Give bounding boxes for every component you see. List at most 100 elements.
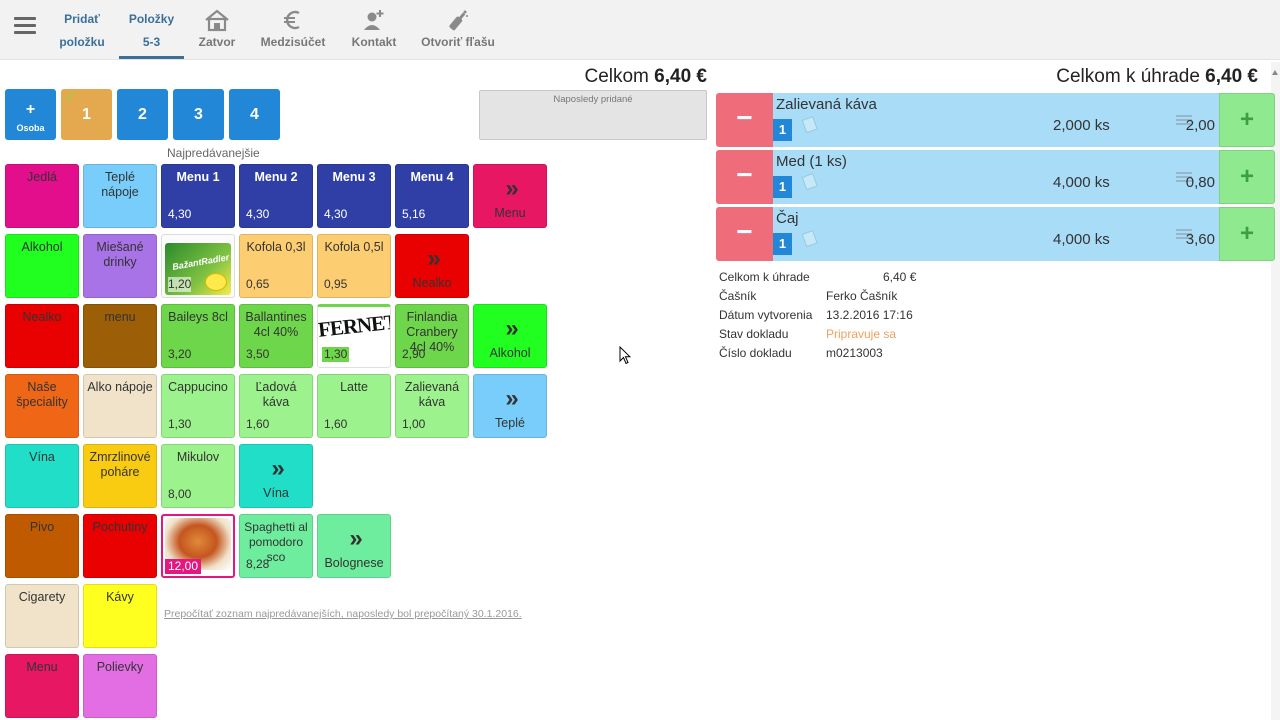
seat-4-button[interactable]: 4 — [229, 89, 280, 140]
category-miesane-drinky[interactable]: Miešané drinky — [83, 234, 157, 298]
radler-tile[interactable]: BažantRadler 1,20 — [161, 234, 235, 298]
category-teple-napoje[interactable]: Teplé nápoje — [83, 164, 157, 228]
scrollbar-up-arrow[interactable] — [1272, 70, 1278, 75]
kofola-03-tile[interactable]: Kofola 0,3l 0,65 — [239, 234, 313, 298]
menu-2-tile[interactable]: Menu 2 4,30 — [239, 164, 313, 228]
iced-coffee-label: Ľadová káva — [255, 380, 297, 409]
info-row-stav-dokladu: Stav dokladu Pripravuje sa — [719, 327, 896, 341]
add-person-icon — [364, 10, 384, 30]
seat-3-button[interactable]: 3 — [173, 89, 224, 140]
kofola-05-price: 0,95 — [324, 277, 348, 291]
category-pivo[interactable]: Pivo — [5, 514, 79, 578]
decrease-quantity-button[interactable]: − — [716, 207, 773, 261]
top-navigation-bar: Pridať položku Položky 5-3 Zatvor Medzis… — [0, 0, 1280, 60]
menu-4-tile[interactable]: Menu 4 5,16 — [395, 164, 469, 228]
hamburger-menu-icon[interactable] — [14, 17, 36, 35]
category-nase-speciality[interactable]: Naše špeciality — [5, 374, 79, 438]
seat-1-button[interactable]: ✓ 1 — [61, 89, 112, 140]
category-jedla[interactable]: Jedlá — [5, 164, 79, 228]
category-menu[interactable]: menu — [83, 304, 157, 368]
category-cigarety[interactable]: Cigarety — [5, 584, 79, 648]
cappucino-tile[interactable]: Cappucino 1,30 — [161, 374, 235, 438]
more-bolognese-tile[interactable]: » Bolognese — [317, 514, 391, 578]
tab-items[interactable]: Položky 5-3 — [119, 8, 184, 59]
lemon-icon — [205, 273, 227, 291]
note-icon[interactable] — [801, 172, 819, 191]
more-menu-tile[interactable]: » Menu — [473, 164, 547, 228]
order-item-row[interactable]: − Zalievaná káva 1 2,000 ks 2,00 + — [716, 93, 1275, 147]
more-nealko-label: Nealko — [412, 276, 452, 290]
contact-button[interactable]: Kontakt — [348, 8, 400, 49]
increase-quantity-button[interactable]: + — [1219, 150, 1275, 204]
seat-2-button[interactable]: 2 — [117, 89, 168, 140]
category-menu[interactable]: Menu — [5, 654, 79, 718]
iced-coffee-tile[interactable]: Ľadová káva 1,60 — [239, 374, 313, 438]
baileys-tile[interactable]: Baileys 8cl 3,20 — [161, 304, 235, 368]
category-label: menu — [104, 310, 136, 324]
kofola-05-tile[interactable]: Kofola 0,5l 0,95 — [317, 234, 391, 298]
menu-3-label: Menu 3 — [332, 170, 376, 184]
order-item-body[interactable]: Čaj 1 4,000 ks 3,60 — [773, 207, 1219, 261]
category-kavy[interactable]: Kávy — [83, 584, 157, 648]
seat-4-label: 4 — [250, 106, 259, 123]
add-person-button[interactable]: + Osoba — [5, 89, 56, 140]
kofola-03-label: Kofola 0,3l — [246, 240, 306, 254]
fernet-tile[interactable]: FERNET 1,30 — [317, 304, 391, 368]
close-button[interactable]: Zatvor — [194, 8, 240, 49]
recently-added-box[interactable]: Naposledy pridané — [479, 90, 707, 140]
order-item-quantity: 2,000 ks — [1053, 117, 1110, 134]
category-nealko[interactable]: Nealko — [5, 304, 79, 368]
category-alkohol[interactable]: Alkohol — [5, 234, 79, 298]
category-label: Kávy — [106, 590, 134, 604]
menu-3-tile[interactable]: Menu 3 4,30 — [317, 164, 391, 228]
brewed-coffee-tile[interactable]: Zalievaná káva 1,00 — [395, 374, 469, 438]
order-item-name: Med (1 ks) — [776, 153, 847, 170]
category-pochutiny[interactable]: Pochutiny — [83, 514, 157, 578]
open-bottle-button[interactable]: Otvoriť fľašu — [418, 8, 498, 49]
more-vina-tile[interactable]: » Vína — [239, 444, 313, 508]
brewed-coffee-label: Zalievaná káva — [404, 380, 460, 409]
ballantines-tile[interactable]: Ballantines 4cl 40% 3,50 — [239, 304, 313, 368]
seat-badge: 1 — [773, 176, 792, 198]
note-icon[interactable] — [801, 229, 819, 248]
note-icon[interactable] — [801, 115, 819, 134]
latte-tile[interactable]: Latte 1,60 — [317, 374, 391, 438]
finlandia-tile[interactable]: Finlandia Cranbery 4cl 40% 2,90 — [395, 304, 469, 368]
spaghetti-tile[interactable]: Spaghetti al pomodoro sco 8,28 — [239, 514, 313, 578]
category-label: Alko nápoje — [87, 380, 153, 394]
decrease-quantity-button[interactable]: − — [716, 93, 773, 147]
mikulov-tile[interactable]: Mikulov 8,00 — [161, 444, 235, 508]
order-item-name: Zalievaná káva — [776, 96, 877, 113]
increase-quantity-button[interactable]: + — [1219, 93, 1275, 147]
category-label: Nealko — [22, 310, 62, 324]
more-menu-label: Menu — [494, 206, 526, 220]
order-item-body[interactable]: Med (1 ks) 1 4,000 ks 0,80 — [773, 150, 1219, 204]
more-alkohol-tile[interactable]: » Alkohol — [473, 304, 547, 368]
recalculate-link[interactable]: Prepočítať zoznam najpredávanejších, nap… — [164, 608, 522, 620]
info-label: Celkom k úhrade — [719, 270, 810, 284]
left-total-label: Celkom — [584, 66, 649, 87]
category-vina[interactable]: Vína — [5, 444, 79, 508]
menu-4-label: Menu 4 — [410, 170, 454, 184]
more-teple-tile[interactable]: » Teplé — [473, 374, 547, 438]
spaghetti-price: 8,28 — [246, 557, 270, 571]
subtotal-label: Medzisúčet — [260, 35, 326, 49]
order-item-row[interactable]: − Med (1 ks) 1 4,000 ks 0,80 + — [716, 150, 1275, 204]
menu-1-tile[interactable]: Menu 1 4,30 — [161, 164, 235, 228]
more-nealko-tile[interactable]: » Nealko — [395, 234, 469, 298]
order-item-quantity: 4,000 ks — [1053, 174, 1110, 191]
fernet-price: 1,30 — [322, 347, 350, 362]
order-item-price: 3,60 — [1185, 231, 1215, 248]
decrease-quantity-button[interactable]: − — [716, 150, 773, 204]
order-item-row[interactable]: − Čaj 1 4,000 ks 3,60 + — [716, 207, 1275, 261]
lasagne-tile[interactable]: 12,00 — [161, 514, 235, 578]
category-alko-napoje[interactable]: Alko nápoje — [83, 374, 157, 438]
increase-quantity-button[interactable]: + — [1219, 207, 1275, 261]
category-label: Naše špeciality — [16, 380, 68, 409]
category-polievky[interactable]: Polievky — [83, 654, 157, 718]
subtotal-button[interactable]: Medzisúčet — [258, 8, 328, 49]
info-label: Stav dokladu — [719, 327, 789, 341]
category-zmrzlinove-pohare[interactable]: Zmrzlinové poháre — [83, 444, 157, 508]
tab-add-item[interactable]: Pridať položku — [50, 8, 114, 58]
order-item-body[interactable]: Zalievaná káva 1 2,000 ks 2,00 — [773, 93, 1219, 147]
